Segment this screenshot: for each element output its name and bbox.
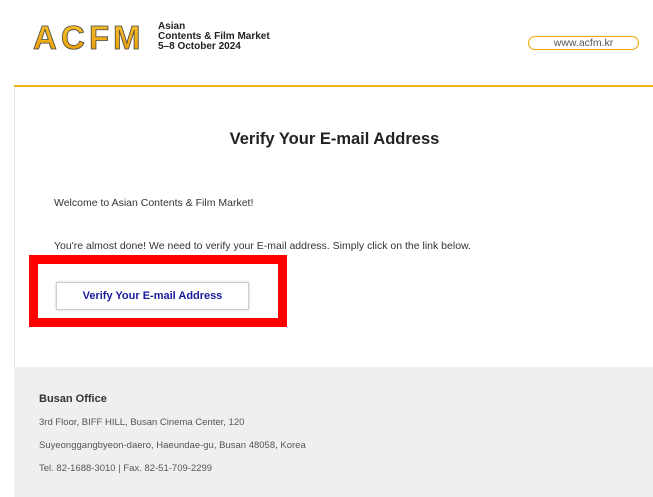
- contact-line: Tel. 82-1688-3010 | Fax. 82-51-709-2299: [39, 463, 213, 474]
- email-body: Verify Your E-mail Address Welcome to As…: [14, 87, 653, 367]
- tagline-dates: 5–8 October 2024: [158, 41, 241, 52]
- page-title: Verify Your E-mail Address: [229, 130, 440, 148]
- website-link[interactable]: www.acfm.kr: [528, 36, 639, 50]
- email-header: ACFM A C F M Asian Contents & Film Marke…: [0, 0, 653, 86]
- email-footer: Busan Office 3rd Floor, BIFF HILL, Busan…: [14, 367, 653, 497]
- welcome-text: Welcome to Asian Contents & Film Market!: [54, 197, 254, 209]
- address-line-1: 3rd Floor, BIFF HILL, Busan Cinema Cente…: [39, 417, 245, 428]
- office-title: Busan Office: [39, 393, 107, 405]
- instruction-text: You're almost done! We need to verify yo…: [54, 240, 471, 252]
- email-page: ACFM A C F M Asian Contents & Film Marke…: [0, 0, 653, 497]
- logo-letter-c: C: [61, 22, 85, 52]
- logo-letters-icon: A C F M: [33, 22, 141, 52]
- address-line-2: Suyeonggangbyeon-daero, Haeundae-gu, Bus…: [39, 440, 306, 451]
- acfm-logo: ACFM A C F M Asian Contents & Film Marke…: [33, 22, 270, 53]
- logo-letter-f: F: [89, 22, 109, 52]
- logo-letter-m: M: [113, 22, 141, 52]
- logo-tagline: Asian Contents & Film Market 5–8 October…: [158, 22, 270, 52]
- verify-email-button[interactable]: Verify Your E-mail Address: [56, 282, 249, 310]
- logo-letter-a: A: [33, 22, 57, 52]
